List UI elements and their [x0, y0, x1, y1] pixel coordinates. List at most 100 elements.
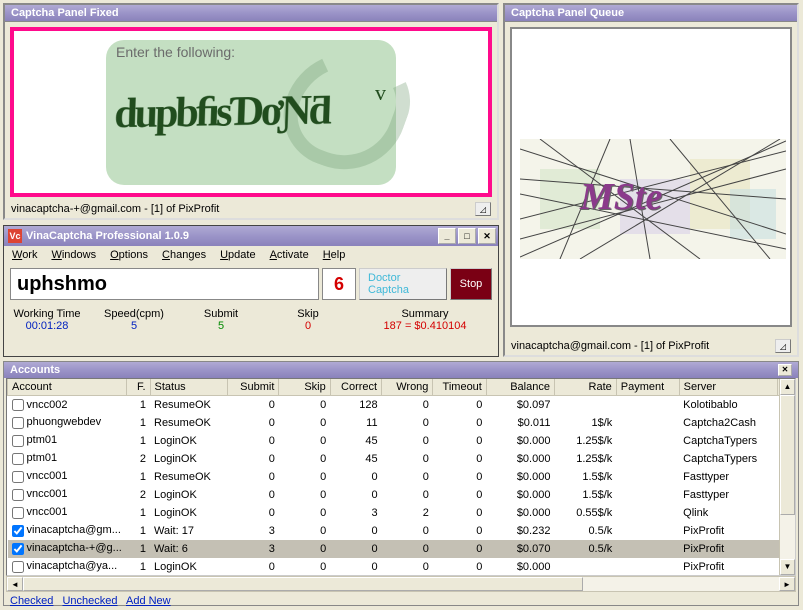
account-cell[interactable]: ptm01 — [8, 450, 127, 468]
scroll-down-button[interactable]: ▼ — [780, 559, 795, 575]
maximize-button[interactable]: □ — [458, 228, 476, 244]
shrink-icon[interactable]: ◿ — [775, 339, 791, 353]
row-checkbox[interactable] — [12, 543, 24, 555]
countdown-counter: 6 — [322, 268, 356, 300]
stat-skip: Skip 0 — [273, 308, 343, 332]
stat-speed-value: 5 — [131, 320, 137, 332]
row-checkbox[interactable] — [12, 417, 24, 429]
cell: 0.55$/k — [554, 504, 616, 522]
col-account[interactable]: Account — [8, 379, 127, 396]
hscroll-thumb[interactable] — [23, 577, 583, 591]
cell: 0 — [279, 558, 330, 576]
table-row[interactable]: vinacaptcha@gm...1Wait: 1730000$0.2320.5… — [8, 522, 795, 540]
account-cell[interactable]: vinacaptcha@gm... — [8, 522, 127, 540]
shrink-icon[interactable]: ◿ — [475, 202, 491, 216]
scroll-thumb[interactable] — [780, 395, 795, 515]
col-header[interactable]: F. — [127, 379, 150, 396]
row-checkbox[interactable] — [12, 507, 24, 519]
account-cell[interactable]: vncc002 — [8, 396, 127, 414]
scroll-track[interactable] — [780, 395, 795, 559]
menu-windows[interactable]: Windows — [51, 249, 96, 261]
checked-link[interactable]: Checked — [10, 595, 53, 607]
doctor-captcha-button[interactable]: Doctor Captcha — [359, 268, 447, 300]
col-header[interactable]: Skip — [279, 379, 330, 396]
minimize-button[interactable]: _ — [438, 228, 456, 244]
col-header[interactable]: Balance — [486, 379, 554, 396]
titlebar[interactable]: Vc VinaCaptcha Professional 1.0.9 _ □ ✕ — [4, 226, 498, 246]
menu-update[interactable]: Update — [220, 249, 255, 261]
cell: 0 — [228, 558, 279, 576]
account-cell[interactable]: vncc001 — [8, 468, 127, 486]
col-header[interactable]: Wrong — [382, 379, 433, 396]
col-header[interactable]: Server — [679, 379, 778, 396]
scroll-right-button[interactable]: ► — [779, 577, 795, 591]
cell: 0 — [433, 414, 486, 432]
captcha-input[interactable] — [10, 268, 319, 300]
app-icon: Vc — [8, 229, 22, 243]
menu-changes[interactable]: Changes — [162, 249, 206, 261]
horizontal-scrollbar[interactable]: ◄ ► — [6, 576, 796, 592]
table-row[interactable]: vinacaptcha-+@g...1Wait: 630000$0.0700.5… — [8, 540, 795, 558]
scroll-up-button[interactable]: ▲ — [780, 379, 795, 395]
row-checkbox[interactable] — [12, 489, 24, 501]
cell: LoginOK — [150, 432, 228, 450]
vertical-scrollbar[interactable]: ▲ ▼ — [779, 379, 795, 575]
cell: Qlink — [679, 504, 778, 522]
accounts-header-row: AccountF.StatusSubmitSkipCorrectWrongTim… — [8, 379, 795, 396]
menu-help[interactable]: Help — [323, 249, 346, 261]
accounts-title-text: Accounts — [10, 364, 60, 376]
account-cell[interactable]: vinacaptcha-+@g... — [8, 540, 127, 558]
col-header[interactable]: Correct — [330, 379, 381, 396]
row-checkbox[interactable] — [12, 561, 24, 573]
cell: $0.000 — [486, 504, 554, 522]
accounts-close-button[interactable]: ✕ — [778, 364, 792, 376]
menu-activate[interactable]: Activate — [270, 249, 309, 261]
table-row[interactable]: ptm012LoginOK004500$0.0001.25$/kCaptchaT… — [8, 450, 795, 468]
close-button[interactable]: ✕ — [478, 228, 496, 244]
account-cell[interactable]: phuongwebdev — [8, 414, 127, 432]
captcha-prompt: Enter the following: — [116, 44, 235, 60]
cell: 0 — [382, 468, 433, 486]
cell: 0 — [382, 540, 433, 558]
queue-captcha-text: MSte — [580, 175, 662, 219]
hscroll-track[interactable] — [23, 577, 779, 591]
cell — [616, 450, 679, 468]
table-row[interactable]: vinacaptcha@ya...1LoginOK00000$0.000PixP… — [8, 558, 795, 576]
account-cell[interactable]: vncc001 — [8, 486, 127, 504]
cell: 1 — [127, 558, 150, 576]
col-header[interactable]: Status — [150, 379, 228, 396]
row-checkbox[interactable] — [12, 435, 24, 447]
col-header[interactable]: Timeout — [433, 379, 486, 396]
table-row[interactable]: vncc0011ResumeOK00000$0.0001.5$/kFasttyp… — [8, 468, 795, 486]
row-checkbox[interactable] — [12, 399, 24, 411]
table-row[interactable]: vncc0021ResumeOK0012800$0.097Kolotibablo — [8, 396, 795, 414]
col-header[interactable]: Payment — [616, 379, 679, 396]
account-cell[interactable]: ptm01 — [8, 432, 127, 450]
table-row[interactable]: phuongwebdev1ResumeOK001100$0.0111$/kCap… — [8, 414, 795, 432]
add-new-link[interactable]: Add New — [126, 595, 171, 607]
cell: CaptchaTypers — [679, 450, 778, 468]
account-cell[interactable]: vncc001 — [8, 504, 127, 522]
scroll-left-button[interactable]: ◄ — [7, 577, 23, 591]
row-checkbox[interactable] — [12, 525, 24, 537]
unchecked-link[interactable]: Unchecked — [62, 595, 117, 607]
cell: 0 — [228, 504, 279, 522]
row-checkbox[interactable] — [12, 453, 24, 465]
table-row[interactable]: vncc0011LoginOK00320$0.0000.55$/kQlink — [8, 504, 795, 522]
cell: $0.070 — [486, 540, 554, 558]
cell: $0.000 — [486, 468, 554, 486]
cell: 0.5/k — [554, 540, 616, 558]
stop-button[interactable]: Stop — [450, 268, 492, 300]
menu-options[interactable]: Options — [110, 249, 148, 261]
row-checkbox[interactable] — [12, 471, 24, 483]
cell — [554, 396, 616, 414]
captcha-fixed-image: Enter the following: dupbﬁsƊơƝƌ v — [106, 40, 396, 185]
table-row[interactable]: vncc0012LoginOK00000$0.0001.5$/kFasttype… — [8, 486, 795, 504]
menu-work[interactable]: Work — [12, 249, 37, 261]
accounts-title: Accounts ✕ — [4, 362, 798, 378]
account-cell[interactable]: vinacaptcha@ya... — [8, 558, 127, 576]
table-row[interactable]: ptm011LoginOK004500$0.0001.25$/kCaptchaT… — [8, 432, 795, 450]
col-header[interactable]: Rate — [554, 379, 616, 396]
cell: ResumeOK — [150, 414, 228, 432]
col-header[interactable]: Submit — [228, 379, 279, 396]
